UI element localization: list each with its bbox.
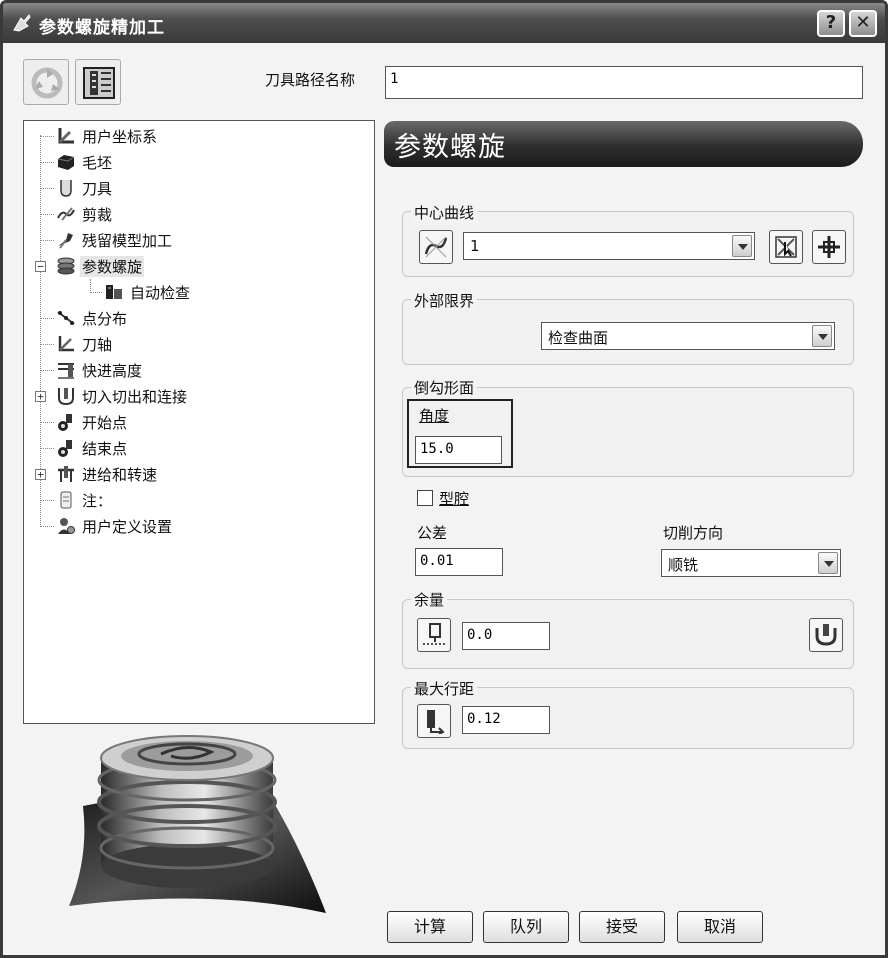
tolerance-input[interactable]: 0.01 [415, 548, 503, 576]
cut-direction-value: 顺铣 [668, 556, 699, 574]
window-title: 参数螺旋精加工 [39, 18, 165, 38]
stepover-input[interactable]: 0.12 [462, 706, 550, 734]
auto-check-icon [106, 285, 122, 299]
tree-item-label: 毛坯 [82, 154, 113, 172]
toolpath-icon [83, 67, 115, 99]
pocket-checkbox[interactable] [417, 490, 433, 506]
outer-limit-select[interactable]: 检查曲面 [541, 322, 835, 350]
tree-item-label: 进给和转速 [82, 466, 158, 484]
queue-button[interactable]: 队列 [483, 911, 569, 943]
tool-icon [60, 180, 72, 197]
center-curve-title: 中心曲线 [411, 202, 478, 223]
end-point-icon [58, 440, 72, 457]
thickness-settings-button[interactable] [417, 618, 451, 652]
angle-input[interactable]: 15.0 [415, 436, 502, 464]
curve-icon [424, 236, 448, 258]
tree-item-label: 残留模型加工 [82, 232, 173, 250]
strategy-tree: 用户坐标系 毛坯 刀具 剪裁 残留模型加工 − 参数螺旋 自动检查 点分布 刀轴… [23, 120, 375, 724]
pocket-label: 型腔 [439, 490, 470, 508]
select-curve-button[interactable] [769, 230, 803, 264]
component-thickness-icon [815, 624, 837, 646]
strategy-banner: 参数螺旋 [384, 121, 863, 167]
outer-limit-value: 检查曲面 [548, 329, 609, 347]
cancel-button[interactable]: 取消 [677, 911, 763, 943]
chevron-down-icon[interactable] [732, 235, 752, 257]
thickness-icon [423, 623, 445, 645]
close-button[interactable]: ✕ [849, 10, 877, 37]
pick-curve-button[interactable] [419, 230, 453, 264]
title-bar: 参数螺旋精加工 ? ✕ [3, 3, 885, 43]
recycle-button[interactable] [23, 59, 69, 105]
tree-item-label: 结束点 [82, 440, 128, 458]
center-curve-value: 1 [470, 237, 480, 255]
center-curve-select[interactable]: 1 [463, 232, 755, 260]
tree-item-label: 自动检查 [130, 284, 191, 302]
tree-item-label: 刀具 [82, 180, 113, 198]
stepover-settings-button[interactable] [417, 704, 451, 738]
rapid-height-icon [58, 363, 74, 379]
stepover-icon [427, 710, 445, 734]
outer-limit-title: 外部限界 [411, 290, 478, 311]
component-thickness-button[interactable] [809, 618, 843, 652]
tree-item-label: 用户定义设置 [82, 518, 173, 536]
tree-item-label: 剪裁 [82, 206, 113, 224]
chevron-down-icon[interactable] [818, 552, 838, 574]
block-icon [57, 155, 75, 170]
tree-item-label: 开始点 [82, 414, 128, 432]
thickness-input[interactable]: 0.0 [462, 622, 550, 650]
crosshair-icon [818, 236, 840, 258]
ucs-icon [58, 128, 74, 144]
app-icon [13, 14, 31, 32]
point-distribution-icon [57, 311, 75, 325]
angle-label: 角度 [419, 407, 450, 425]
tree-expander-spiral[interactable]: − [35, 261, 46, 272]
stepover-title: 最大行距 [411, 678, 478, 699]
start-point-icon [58, 414, 72, 431]
feeds-speeds-icon [58, 466, 74, 482]
trim-icon [57, 207, 75, 221]
calculate-button[interactable]: 计算 [387, 911, 473, 943]
chevron-down-icon[interactable] [812, 325, 832, 347]
toolpath-button[interactable] [75, 59, 121, 105]
user-settings-icon [58, 518, 75, 534]
tree-item-label: 刀轴 [82, 336, 113, 354]
tree-item-label: 注： [82, 492, 113, 510]
spiral-preview-image [69, 735, 326, 913]
leads-links-icon [58, 388, 74, 406]
help-button[interactable]: ? [817, 10, 845, 37]
cut-direction-select[interactable]: 顺铣 [661, 549, 841, 577]
tree-item-label: 参数螺旋 [80, 256, 145, 277]
tree-item-label: 点分布 [82, 310, 128, 328]
tolerance-label: 公差 [417, 524, 448, 542]
create-curve-button[interactable] [812, 230, 846, 264]
undercut-title: 倒勾形面 [411, 377, 478, 398]
spiral-icon [57, 257, 75, 275]
recycle-icon [31, 67, 63, 99]
tool-axis-icon [58, 336, 74, 352]
select-cursor-icon [775, 236, 797, 258]
tree-expander-feeds-speeds[interactable]: + [35, 469, 46, 480]
toolpath-name-label: 刀具路径名称 [265, 71, 356, 89]
tree-item-label: 用户坐标系 [82, 128, 158, 146]
tree-item-label: 切入切出和连接 [82, 388, 188, 406]
toolpath-name-input[interactable]: 1 [385, 66, 863, 99]
notes-icon [60, 491, 72, 509]
dialog-window: 参数螺旋精加工 ? ✕ 刀具路径名称 1 用户坐标系 毛坯 刀具 剪裁 残留模型… [0, 0, 888, 958]
cut-direction-label: 切削方向 [663, 524, 724, 542]
thickness-title: 余量 [411, 589, 448, 610]
accept-button[interactable]: 接受 [579, 911, 665, 943]
tree-expander-leads-links[interactable]: + [35, 391, 46, 402]
tree-item-label: 快进高度 [82, 362, 143, 380]
rest-model-icon [58, 233, 73, 249]
